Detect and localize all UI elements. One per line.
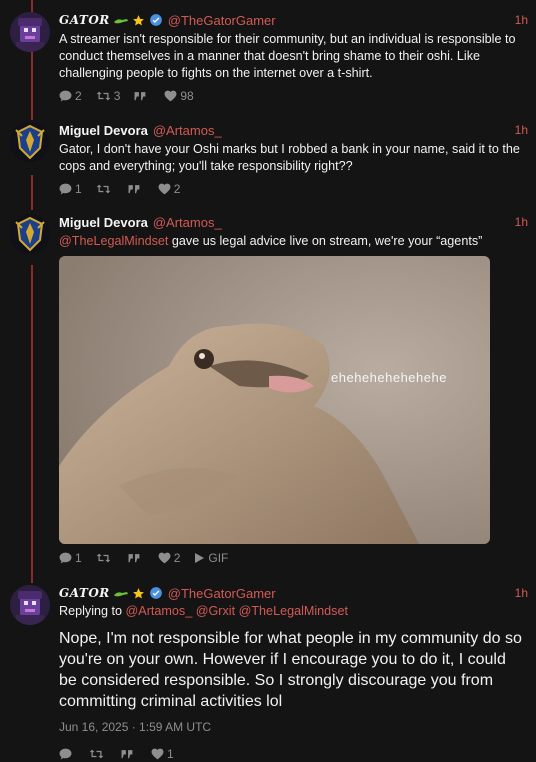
handle-link[interactable]: @Artamos_ — [153, 215, 222, 230]
tweet-main[interactable]: GATOR @TheGatorGamer 1h Replying to @Art… — [0, 585, 536, 762]
tweet[interactable]: GATOR @TheGatorGamer 1h A streamer isn't… — [0, 12, 536, 104]
retweet-icon — [96, 553, 111, 563]
replying-prefix: Replying to — [59, 604, 123, 618]
like-count: 98 — [180, 89, 194, 103]
verified-badge-icon — [149, 14, 162, 26]
reply-stat[interactable]: 1 — [59, 182, 82, 196]
like-stat[interactable]: 2 — [158, 182, 181, 196]
tweet-text-rest: gave us legal advice live on stream, we'… — [168, 234, 483, 248]
handle-link[interactable]: @Artamos_ — [153, 123, 222, 138]
replying-mention[interactable]: @TheLegalMindset — [239, 604, 348, 618]
quote-stat[interactable] — [128, 184, 144, 195]
tweet-stats: 1 — [59, 746, 528, 762]
retweet-stat[interactable] — [89, 748, 107, 760]
comment-icon — [59, 748, 72, 760]
like-stat[interactable]: 98 — [164, 89, 194, 103]
comment-icon — [59, 90, 72, 102]
like-stat[interactable]: 2 — [158, 551, 181, 565]
retweet-count: 3 — [113, 89, 121, 103]
replying-mention[interactable]: @Grxit — [196, 604, 235, 618]
tweet[interactable]: Miguel Devora @Artamos_ 1h Gator, I don'… — [0, 122, 536, 197]
comment-icon — [59, 183, 72, 195]
replying-mention[interactable]: @Artamos_ — [126, 604, 193, 618]
lizard-emoji-icon — [113, 19, 128, 24]
verified-badge-icon — [149, 587, 162, 599]
quote-stat[interactable] — [134, 91, 150, 102]
play-icon — [195, 553, 205, 563]
tweet-text: A streamer isn't responsible for their c… — [59, 32, 516, 80]
display-name[interactable]: GATOR — [59, 586, 110, 600]
heart-icon — [164, 90, 177, 102]
like-count: 2 — [173, 182, 181, 196]
display-name[interactable]: Miguel Devora — [59, 123, 148, 138]
retweet-icon — [89, 749, 104, 759]
like-stat[interactable]: 1 — [151, 747, 174, 761]
lizard-gif-image — [59, 256, 490, 544]
timestamp-link[interactable]: 1h — [515, 13, 528, 27]
gif-play-button[interactable]: GIF — [194, 551, 228, 565]
heart-icon — [158, 183, 171, 195]
timestamp-link[interactable]: 1h — [515, 123, 528, 137]
display-name[interactable]: GATOR — [59, 13, 110, 27]
handle-link[interactable]: @TheGatorGamer — [168, 586, 276, 601]
tweet-text: Gator, I don't have your Oshi marks but … — [59, 142, 520, 173]
timestamp-link[interactable]: 1h — [515, 215, 528, 229]
tweet-text: Nope, I'm not responsible for what peopl… — [59, 630, 522, 710]
quote-icon — [128, 553, 140, 562]
star-icon — [132, 587, 144, 598]
heart-icon — [158, 552, 171, 564]
handle-link[interactable]: @TheGatorGamer — [168, 13, 276, 28]
like-count: 1 — [167, 747, 174, 761]
quote-stat[interactable] — [128, 553, 144, 564]
timestamp-link[interactable]: 1h — [515, 586, 528, 600]
gif-media[interactable]: ehehehehehehehe — [59, 256, 490, 544]
reply-stat[interactable] — [59, 748, 75, 760]
avatar[interactable] — [10, 585, 50, 625]
tweet-stats: 1 2 GIF — [59, 550, 528, 566]
replying-to: Replying to @Artamos_ @Grxit @TheLegalMi… — [59, 604, 528, 618]
avatar[interactable] — [10, 214, 50, 254]
reply-stat[interactable]: 2 — [59, 89, 82, 103]
gif-caption: ehehehehehehehe — [331, 370, 447, 385]
tweet[interactable]: Miguel Devora @Artamos_ 1h @TheLegalMind… — [0, 214, 536, 566]
reply-count: 1 — [75, 182, 82, 196]
retweet-icon — [96, 91, 111, 101]
avatar[interactable] — [10, 12, 50, 52]
reply-count: 1 — [75, 551, 82, 565]
tweet-stats: 2 3 98 — [59, 88, 528, 104]
gif-label: GIF — [208, 551, 229, 565]
heart-icon — [151, 748, 164, 760]
retweet-icon — [96, 184, 111, 194]
tweet-text: @TheLegalMindset gave us legal advice li… — [59, 233, 528, 250]
comment-icon — [59, 552, 72, 564]
mention-link[interactable]: @TheLegalMindset — [59, 234, 168, 248]
retweet-stat[interactable] — [96, 183, 114, 195]
avatar[interactable] — [10, 122, 50, 162]
like-count: 2 — [173, 551, 181, 565]
reply-count: 2 — [75, 89, 82, 103]
retweet-stat[interactable]: 3 — [96, 89, 121, 103]
lizard-emoji-icon — [113, 592, 128, 597]
tweet-date[interactable]: Jun 16, 2025 · 1:59 AM UTC — [59, 720, 528, 734]
star-icon — [132, 14, 144, 25]
display-name[interactable]: Miguel Devora — [59, 215, 148, 230]
tweet-stats: 1 2 — [59, 181, 528, 197]
quote-icon — [134, 91, 146, 100]
quote-icon — [128, 184, 140, 193]
retweet-stat[interactable] — [96, 552, 114, 564]
reply-stat[interactable]: 1 — [59, 551, 82, 565]
